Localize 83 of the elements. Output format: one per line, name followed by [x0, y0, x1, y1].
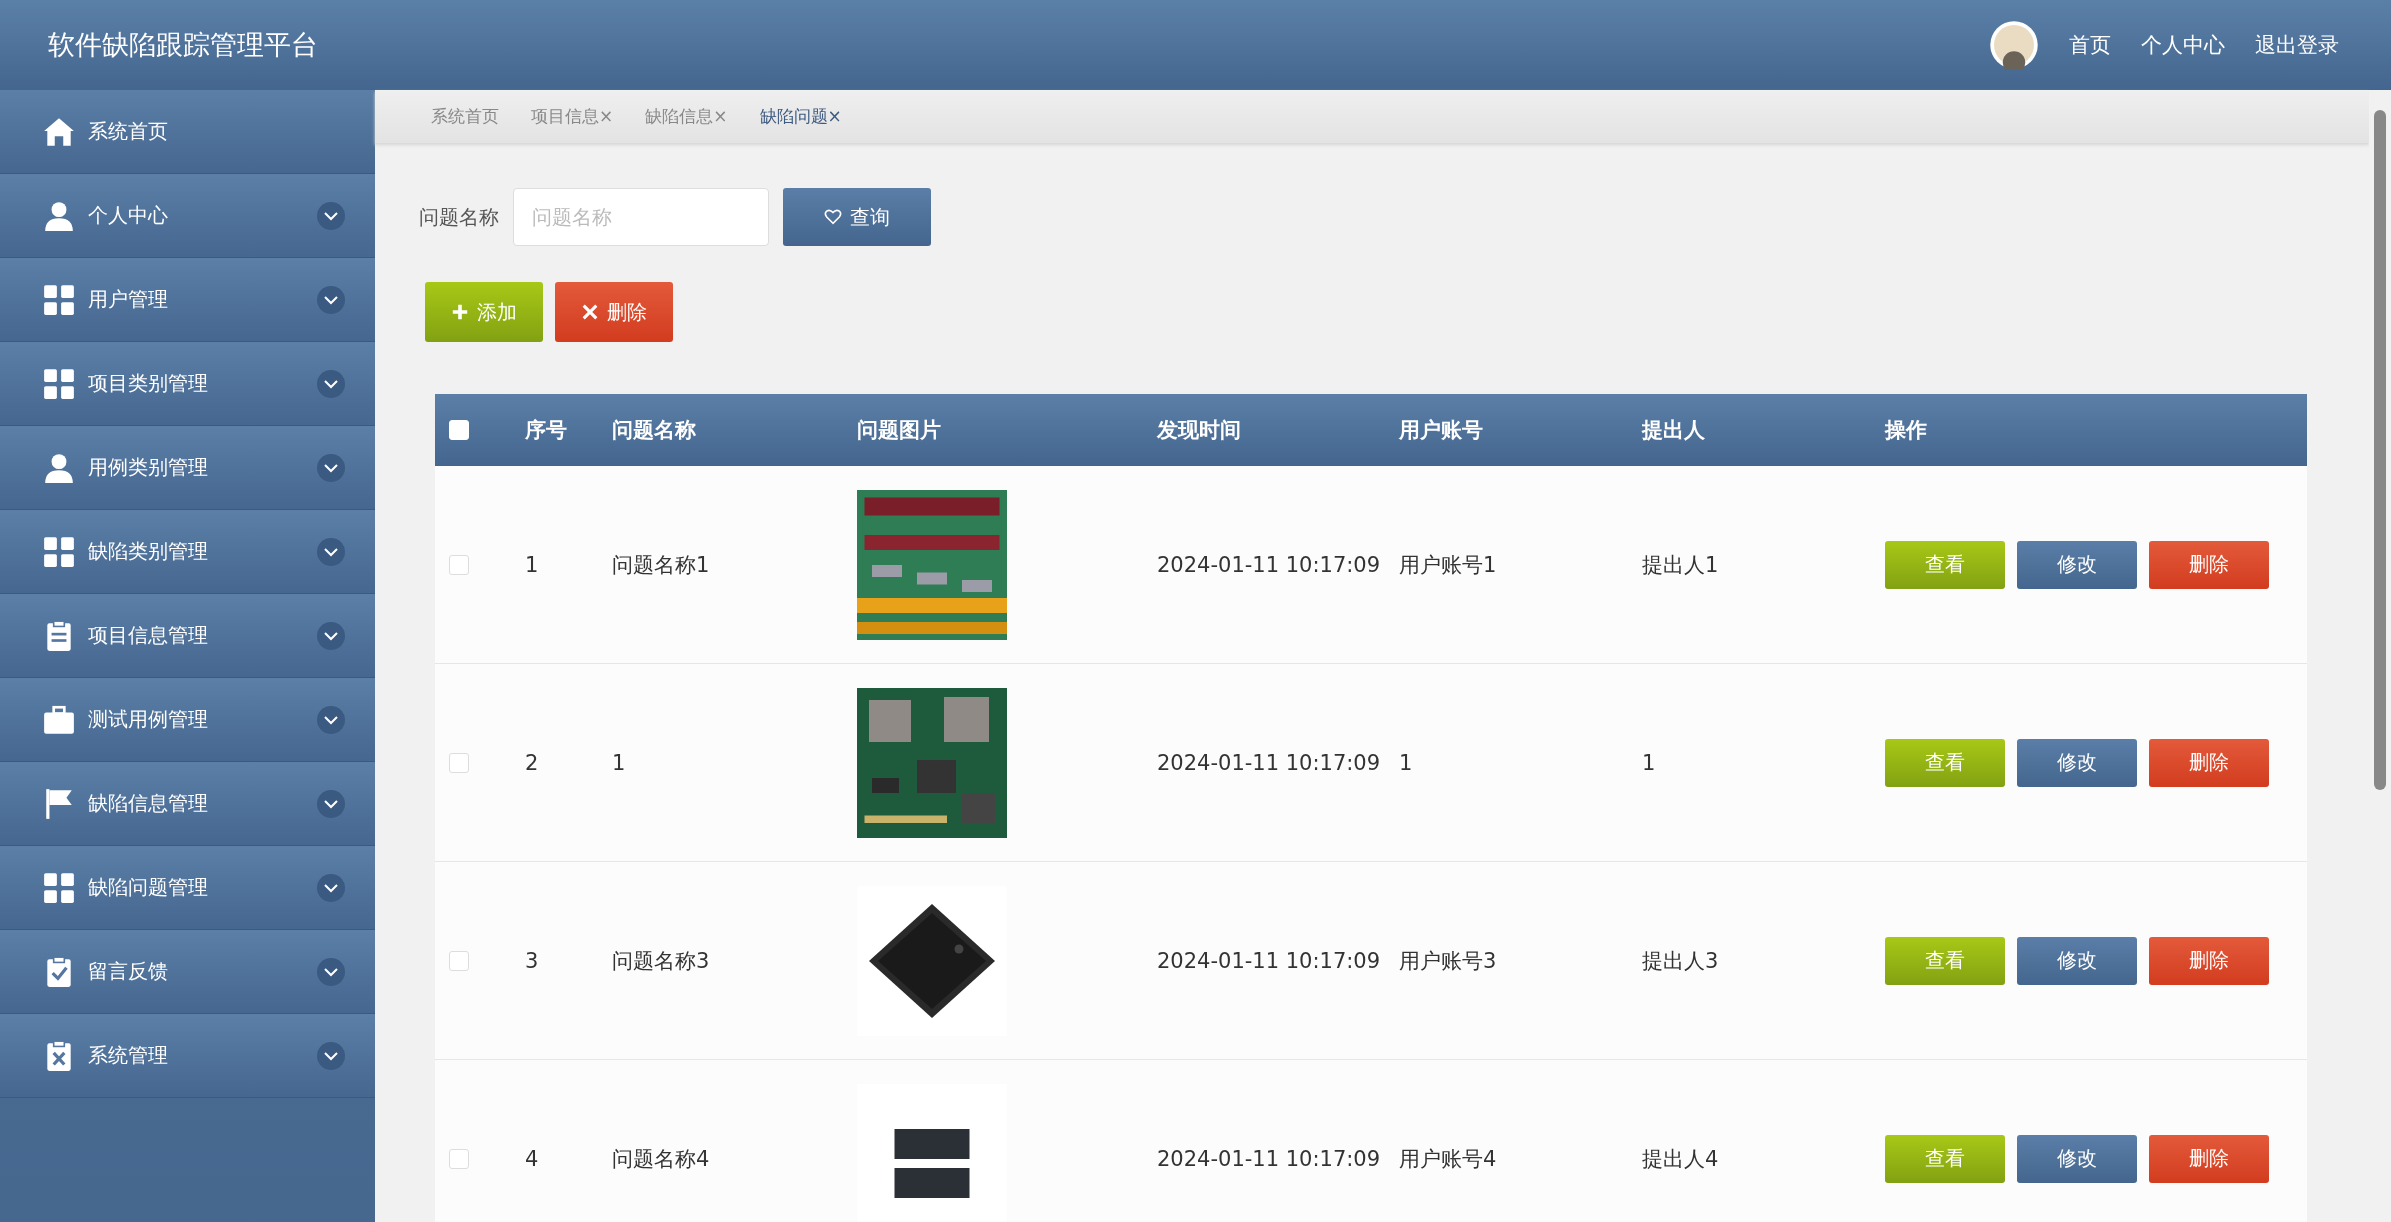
heart-icon — [824, 208, 842, 226]
grid-icon — [42, 534, 76, 569]
grid-icon — [42, 870, 76, 905]
table-cell-text: 提出人4 — [1642, 1145, 1719, 1173]
table-cell-text: 用户账号1 — [1399, 551, 1497, 579]
table-cell: 2 — [525, 750, 539, 775]
edit-button[interactable]: 修改 — [2017, 540, 2137, 589]
delete-button[interactable]: 删除 — [2149, 738, 2269, 787]
chevron-down-icon — [317, 453, 345, 482]
checkbox[interactable] — [449, 1148, 469, 1169]
table-cell: 2024-01-11 10:17:09 — [1157, 750, 1381, 775]
grid-icon — [42, 282, 76, 317]
tab[interactable]: 缺陷信息× — [645, 105, 728, 128]
chevron-down-icon — [317, 789, 345, 818]
sidebar-item[interactable]: 缺陷信息管理 — [0, 762, 375, 846]
sidebar-item[interactable]: 项目类别管理 — [0, 342, 375, 426]
chevron-down-icon — [317, 957, 345, 986]
tab[interactable]: 缺陷问题× — [759, 105, 842, 128]
chevron-down-icon — [317, 369, 345, 398]
tab[interactable]: 系统首页 — [431, 105, 499, 128]
chevron-down-icon — [317, 285, 345, 314]
sidebar-item[interactable]: 缺陷问题管理 — [0, 846, 375, 930]
table-cell-text: 问题名称3 — [612, 947, 710, 975]
search-button[interactable]: 查询 — [783, 188, 931, 246]
delete-button[interactable]: 删除 — [2149, 936, 2269, 985]
app-title: 软件缺陷跟踪管理平台 — [48, 28, 318, 62]
checkbox[interactable] — [449, 950, 469, 971]
edit-button[interactable]: 修改 — [2017, 738, 2137, 787]
delete-button[interactable]: 删除 — [2149, 1134, 2269, 1183]
column-header: 序号 — [525, 417, 567, 444]
column-header: 问题名称 — [612, 417, 696, 444]
checkbox[interactable] — [449, 752, 469, 773]
sidebar-item[interactable]: 系统首页 — [0, 90, 375, 174]
sidebar-item[interactable]: 个人中心 — [0, 174, 375, 258]
table-cell: 1 — [525, 552, 539, 577]
avatar[interactable] — [1989, 20, 2039, 70]
table-cell-text: 提出人3 — [1642, 947, 1719, 975]
table-cell-text: 问题名称4 — [612, 1145, 710, 1173]
table-cell-text: 用户账号4 — [1399, 1145, 1497, 1173]
scrollbar[interactable] — [2369, 90, 2391, 1222]
header-link[interactable]: 退出登录 — [2255, 31, 2339, 59]
sidebar-item[interactable]: 用例类别管理 — [0, 426, 375, 510]
sidebar-item[interactable]: 项目信息管理 — [0, 594, 375, 678]
column-header: 用户账号 — [1399, 417, 1483, 444]
header-link[interactable]: 首页 — [2069, 31, 2111, 59]
grid-icon — [42, 366, 76, 401]
column-header: 发现时间 — [1157, 417, 1241, 444]
header-link[interactable]: 个人中心 — [2141, 31, 2225, 59]
sidebar-item[interactable]: 测试用例管理 — [0, 678, 375, 762]
table-cell: 1 — [1399, 750, 1413, 775]
chevron-down-icon — [317, 201, 345, 230]
table-cell: 4 — [525, 1146, 539, 1171]
table-cell-text: 问题名称1 — [612, 551, 710, 579]
table-cell: 2024-01-11 10:17:09 — [1157, 552, 1381, 577]
table-cell: 1 — [612, 750, 626, 775]
search-field[interactable]: 问题名称 — [513, 188, 769, 246]
column-header: 提出人 — [1642, 417, 1705, 444]
chevron-down-icon — [317, 621, 345, 650]
delete-button[interactable]: 删除 — [555, 282, 673, 342]
column-header: 问题图片 — [857, 417, 941, 444]
table-cell-text: 提出人1 — [1642, 551, 1719, 579]
chevron-down-icon — [317, 873, 345, 902]
plus-icon — [451, 303, 469, 321]
search-label: 问题名称 — [419, 203, 499, 231]
tab[interactable]: 项目信息× — [531, 105, 614, 128]
edit-button[interactable]: 修改 — [2017, 936, 2137, 985]
checkbox[interactable] — [449, 554, 469, 575]
sidebar-item[interactable]: 系统管理 — [0, 1014, 375, 1098]
column-header: 操作 — [1885, 417, 1927, 444]
table-cell: 2024-01-11 10:17:09 — [1157, 1146, 1381, 1171]
table-cell: 2024-01-11 10:17:09 — [1157, 948, 1381, 973]
sidebar-item[interactable]: 用户管理 — [0, 258, 375, 342]
chevron-down-icon — [317, 1041, 345, 1070]
table-cell: 3 — [525, 948, 539, 973]
delete-button[interactable]: 删除 — [2149, 540, 2269, 589]
chevron-down-icon — [317, 705, 345, 734]
close-icon — [581, 303, 599, 321]
sidebar-item[interactable]: 留言反馈 — [0, 930, 375, 1014]
table-cell-text: 用户账号3 — [1399, 947, 1497, 975]
chevron-down-icon — [317, 537, 345, 566]
table-cell: 1 — [1642, 750, 1656, 775]
edit-button[interactable]: 修改 — [2017, 1134, 2137, 1183]
sidebar-item[interactable]: 缺陷类别管理 — [0, 510, 375, 594]
